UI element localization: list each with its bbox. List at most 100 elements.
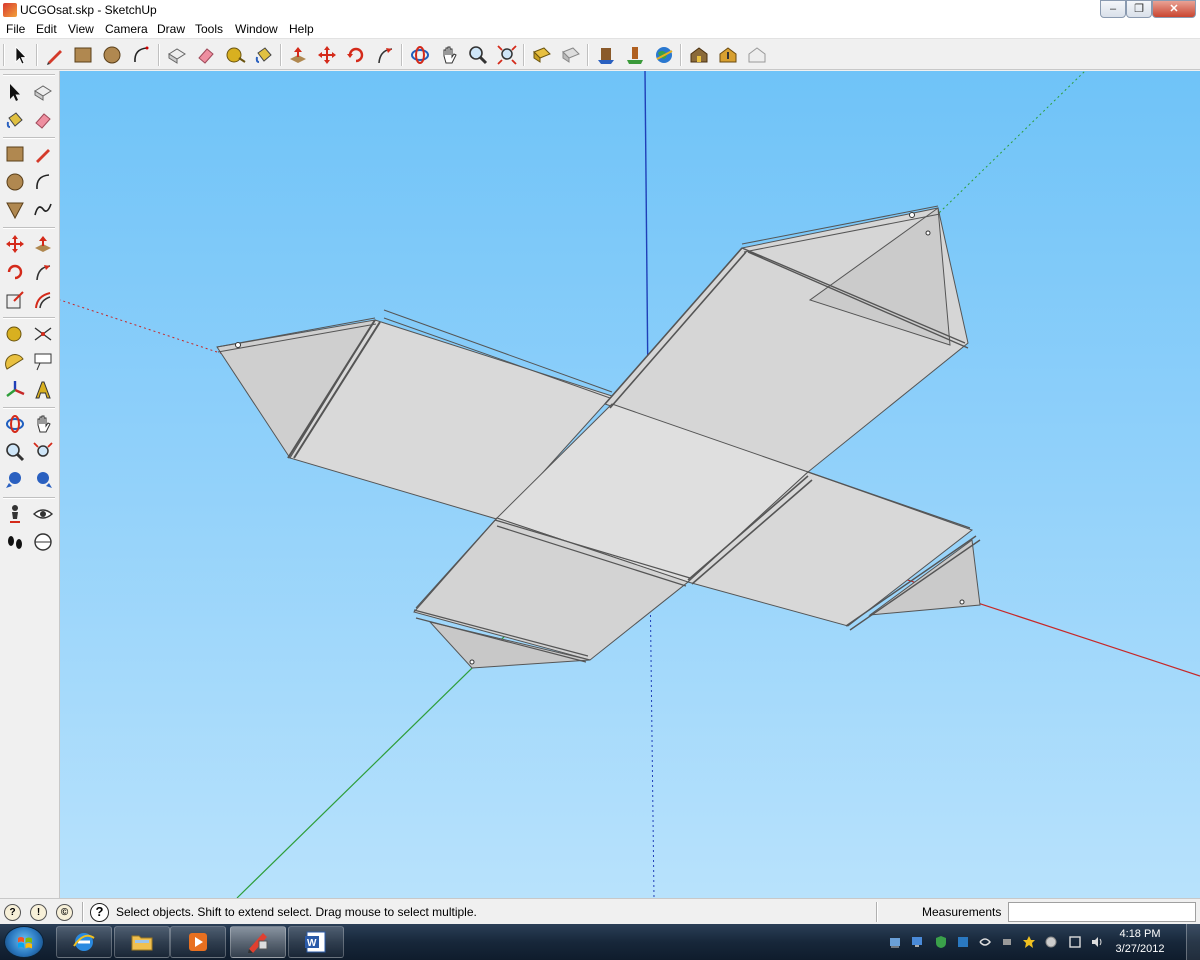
follow-me-icon[interactable] xyxy=(30,259,56,285)
menu-view[interactable]: View xyxy=(68,22,94,36)
export-icon[interactable] xyxy=(744,42,770,68)
position-camera-icon[interactable] xyxy=(2,501,28,527)
security-icon[interactable] xyxy=(934,935,948,949)
close-button[interactable]: ✕ xyxy=(1152,0,1196,18)
orbit-icon[interactable] xyxy=(2,411,28,437)
section-plane-icon[interactable] xyxy=(30,529,56,555)
measurements-field[interactable] xyxy=(1008,902,1196,922)
push-pull-icon[interactable] xyxy=(30,231,56,257)
star-icon[interactable] xyxy=(1022,935,1036,949)
rotate-icon[interactable] xyxy=(2,259,28,285)
satellite-model[interactable] xyxy=(216,205,981,669)
component-icon[interactable] xyxy=(593,42,619,68)
menu-tools[interactable]: Tools xyxy=(195,22,223,36)
internet-explorer-icon[interactable] xyxy=(56,926,112,958)
action-center-icon[interactable] xyxy=(1068,935,1082,949)
menu-file[interactable]: File xyxy=(6,22,25,36)
status-message: Select objects. Shift to extend select. … xyxy=(116,905,477,919)
axes-icon[interactable] xyxy=(2,377,28,403)
zoom-extents-icon[interactable] xyxy=(30,467,56,493)
warehouse-icon[interactable] xyxy=(686,42,712,68)
eraser-icon[interactable] xyxy=(193,42,219,68)
media-player-icon[interactable] xyxy=(170,926,226,958)
zoom-icon[interactable] xyxy=(2,439,28,465)
start-button[interactable] xyxy=(4,926,44,958)
bolt xyxy=(235,342,241,348)
paint-bucket-icon[interactable] xyxy=(2,107,28,133)
protractor-icon[interactable] xyxy=(2,349,28,375)
pencil-icon[interactable] xyxy=(42,42,68,68)
polygon-icon[interactable] xyxy=(2,197,28,223)
dimension-icon[interactable] xyxy=(30,321,56,347)
circle-icon[interactable] xyxy=(2,169,28,195)
usb-icon[interactable] xyxy=(1000,935,1014,949)
rectangle-icon[interactable] xyxy=(70,42,96,68)
menu-window[interactable]: Window xyxy=(235,22,278,36)
push-pull-icon[interactable] xyxy=(285,42,311,68)
move-icon[interactable] xyxy=(2,231,28,257)
show-desktop-button[interactable] xyxy=(1186,924,1200,960)
look-around-icon[interactable] xyxy=(30,501,56,527)
minimize-button[interactable]: – xyxy=(1100,0,1126,18)
geolocation-icon[interactable]: ? xyxy=(4,904,21,921)
display-icon[interactable] xyxy=(910,935,924,949)
rectangle-icon[interactable] xyxy=(2,141,28,167)
menu-edit[interactable]: Edit xyxy=(36,22,57,36)
extension-icon[interactable] xyxy=(715,42,741,68)
word-icon[interactable]: W xyxy=(288,926,344,958)
menu-camera[interactable]: Camera xyxy=(105,22,148,36)
sketchup-icon[interactable] xyxy=(230,926,286,958)
toolbar-separator xyxy=(158,44,160,66)
user-icon[interactable]: © xyxy=(56,904,73,921)
move-icon[interactable] xyxy=(314,42,340,68)
text-icon[interactable] xyxy=(30,349,56,375)
line-icon[interactable] xyxy=(30,141,56,167)
zoom-icon[interactable] xyxy=(465,42,491,68)
previous-view-icon[interactable] xyxy=(2,467,28,493)
model-canvas[interactable] xyxy=(60,71,1200,898)
clock-time[interactable]: 4:18 PM xyxy=(1112,928,1168,940)
arc-icon[interactable] xyxy=(128,42,154,68)
menu-help[interactable]: Help xyxy=(289,22,314,36)
maximize-button[interactable]: ❐ xyxy=(1126,0,1152,18)
scale-icon[interactable] xyxy=(2,287,28,313)
menu-draw[interactable]: Draw xyxy=(157,22,185,36)
make-component-icon[interactable] xyxy=(30,79,56,105)
offset-icon[interactable] xyxy=(30,287,56,313)
tape-measure-icon[interactable] xyxy=(2,321,28,347)
google-earth-icon[interactable] xyxy=(651,42,677,68)
share-model-icon[interactable] xyxy=(558,42,584,68)
select-icon[interactable] xyxy=(2,79,28,105)
make-component-icon[interactable] xyxy=(164,42,190,68)
eraser-icon[interactable] xyxy=(30,107,56,133)
volume-icon[interactable] xyxy=(1090,935,1104,949)
clock-date[interactable]: 3/27/2012 xyxy=(1112,943,1168,955)
tape-measure-icon[interactable] xyxy=(222,42,248,68)
globe-icon[interactable] xyxy=(1044,935,1058,949)
zoom-window-icon[interactable] xyxy=(30,439,56,465)
toolbar-separator xyxy=(401,44,403,66)
drawing-viewport[interactable] xyxy=(60,71,1200,898)
3d-text-icon[interactable] xyxy=(30,377,56,403)
rotate-icon[interactable] xyxy=(343,42,369,68)
freehand-icon[interactable] xyxy=(30,197,56,223)
circle-icon[interactable] xyxy=(99,42,125,68)
follow-me-icon[interactable] xyxy=(372,42,398,68)
sync-icon[interactable] xyxy=(978,935,992,949)
credits-icon[interactable]: ! xyxy=(30,904,47,921)
help-icon[interactable]: ? xyxy=(90,903,109,922)
arc-icon[interactable] xyxy=(30,169,56,195)
explorer-folder-icon[interactable] xyxy=(114,926,170,958)
toolbar-separator xyxy=(280,44,282,66)
zoom-extents-icon[interactable] xyxy=(494,42,520,68)
select-icon[interactable] xyxy=(8,42,34,68)
place-model-icon[interactable] xyxy=(622,42,648,68)
walk-icon[interactable] xyxy=(2,529,28,555)
pan-icon[interactable] xyxy=(436,42,462,68)
paint-bucket-icon[interactable] xyxy=(251,42,277,68)
network-icon[interactable] xyxy=(888,935,902,949)
orbit-icon[interactable] xyxy=(407,42,433,68)
pan-icon[interactable] xyxy=(30,411,56,437)
get-models-icon[interactable] xyxy=(529,42,555,68)
shield-icon[interactable] xyxy=(956,935,970,949)
